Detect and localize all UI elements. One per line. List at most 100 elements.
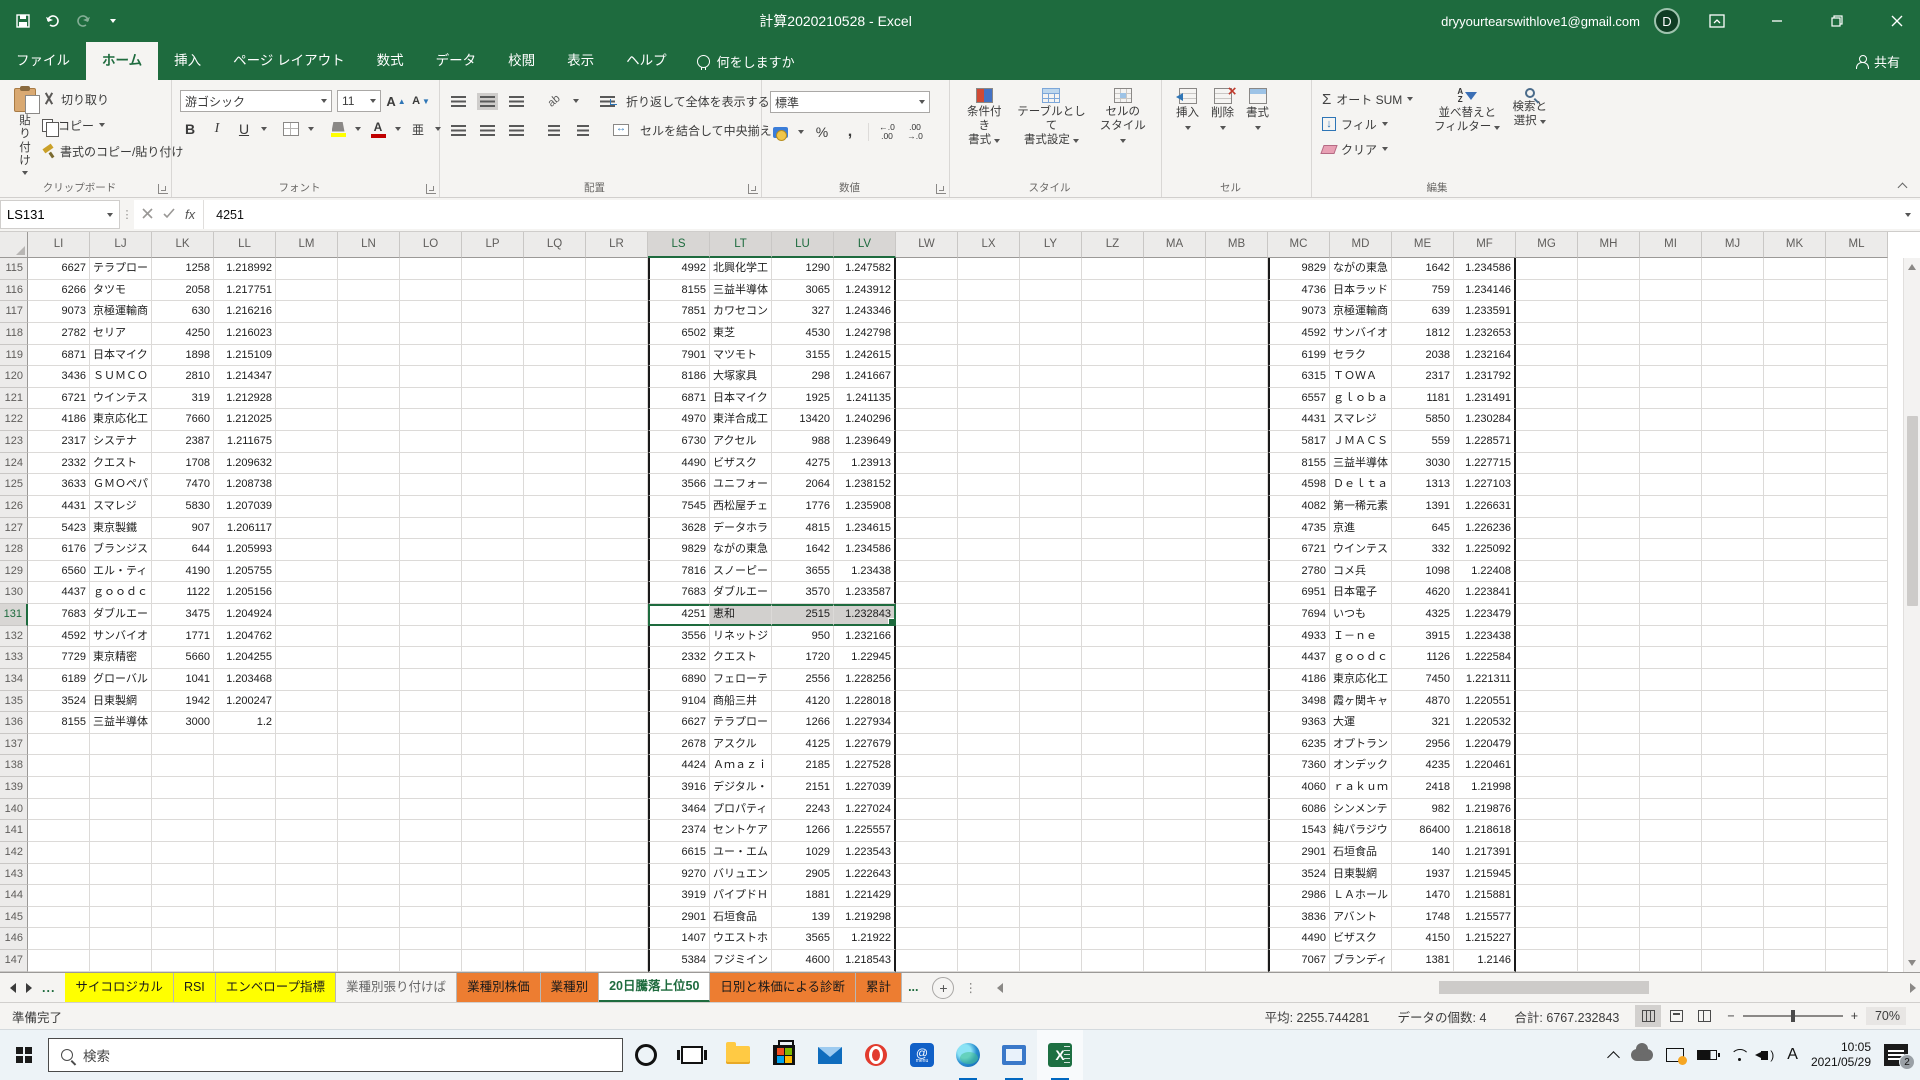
name-box-dropdown-icon[interactable] <box>107 213 113 217</box>
cell[interactable] <box>1702 474 1764 496</box>
cell[interactable]: 1942 <box>152 691 214 713</box>
row-header-142[interactable]: 142 <box>0 842 28 864</box>
number-dialog-launcher-icon[interactable] <box>936 184 946 194</box>
cell[interactable] <box>524 388 586 410</box>
cell[interactable] <box>462 604 524 626</box>
cell[interactable] <box>1144 799 1206 821</box>
cell[interactable]: サンバイオ <box>1330 323 1392 345</box>
cell[interactable] <box>1826 496 1888 518</box>
cell[interactable]: 2956 <box>1392 734 1454 756</box>
cell[interactable]: 京進 <box>1330 518 1392 540</box>
cell[interactable] <box>276 820 338 842</box>
cell[interactable]: 3000 <box>152 712 214 734</box>
cell[interactable] <box>276 907 338 929</box>
cell[interactable]: 1.223479 <box>1454 604 1516 626</box>
cell[interactable] <box>1826 280 1888 302</box>
cell[interactable] <box>586 280 648 302</box>
cell[interactable]: 1.234586 <box>834 539 896 561</box>
cell[interactable] <box>896 604 958 626</box>
cell[interactable] <box>1206 323 1268 345</box>
cell[interactable] <box>958 431 1020 453</box>
cell[interactable] <box>1826 431 1888 453</box>
cell[interactable]: 第一稀元素 <box>1330 496 1392 518</box>
cell[interactable] <box>338 258 400 280</box>
cell[interactable] <box>462 820 524 842</box>
cell[interactable] <box>586 561 648 583</box>
cell[interactable]: クエスト <box>710 647 772 669</box>
cell[interactable] <box>1082 864 1144 886</box>
cell[interactable] <box>1020 647 1082 669</box>
cell[interactable]: ｇｏｏｄｃ <box>90 582 152 604</box>
cell[interactable] <box>1578 820 1640 842</box>
cell[interactable] <box>1020 539 1082 561</box>
cell[interactable]: 7470 <box>152 474 214 496</box>
cell[interactable] <box>276 734 338 756</box>
cell[interactable] <box>338 777 400 799</box>
cell[interactable] <box>1082 453 1144 475</box>
column-header-ML[interactable]: ML <box>1826 232 1888 258</box>
cell[interactable]: 1.233591 <box>1454 301 1516 323</box>
cell[interactable] <box>90 842 152 864</box>
cell[interactable] <box>896 496 958 518</box>
column-header-MD[interactable]: MD <box>1330 232 1392 258</box>
tell-me-box[interactable]: 何をしますか <box>697 42 795 80</box>
cell[interactable] <box>276 453 338 475</box>
cell[interactable] <box>276 280 338 302</box>
cell[interactable] <box>586 647 648 669</box>
cell[interactable] <box>958 301 1020 323</box>
cell[interactable]: 6627 <box>648 712 710 734</box>
sheet-tab-業種別株価[interactable]: 業種別株価 <box>457 973 541 1002</box>
cell[interactable]: 1.242798 <box>834 323 896 345</box>
cell[interactable] <box>1764 388 1826 410</box>
cell[interactable] <box>958 345 1020 367</box>
cell[interactable] <box>400 561 462 583</box>
cell[interactable]: ＧＭＯペパ <box>90 474 152 496</box>
cell[interactable]: 日本マイク <box>90 345 152 367</box>
cell[interactable]: 京極運輸商 <box>90 301 152 323</box>
cell[interactable]: 2387 <box>152 431 214 453</box>
ribbon-tab-ファイル[interactable]: ファイル <box>0 42 86 80</box>
row-header-138[interactable]: 138 <box>0 755 28 777</box>
cell[interactable]: 1.218543 <box>834 950 896 972</box>
cell[interactable] <box>1020 907 1082 929</box>
cell[interactable]: 4598 <box>1268 474 1330 496</box>
cell[interactable] <box>90 755 152 777</box>
cell[interactable] <box>896 453 958 475</box>
cell[interactable] <box>1206 950 1268 972</box>
cell[interactable] <box>958 258 1020 280</box>
cell[interactable] <box>524 799 586 821</box>
cell[interactable] <box>1516 820 1578 842</box>
cell[interactable] <box>1144 777 1206 799</box>
cell[interactable]: 6266 <box>28 280 90 302</box>
cell[interactable]: 4190 <box>152 561 214 583</box>
cell[interactable]: 日東製網 <box>90 691 152 713</box>
cell[interactable]: ダブルエー <box>710 582 772 604</box>
cell[interactable] <box>400 474 462 496</box>
cell[interactable] <box>524 345 586 367</box>
sheet-tab-RSI[interactable]: RSI <box>174 973 216 1002</box>
cell[interactable]: 988 <box>772 431 834 453</box>
cell[interactable] <box>276 409 338 431</box>
cell[interactable] <box>586 431 648 453</box>
cell[interactable] <box>338 842 400 864</box>
ribbon-tab-挿入[interactable]: 挿入 <box>158 42 217 80</box>
cell[interactable]: 1.235908 <box>834 496 896 518</box>
cell[interactable] <box>1516 734 1578 756</box>
cell[interactable] <box>1702 604 1764 626</box>
row-header-129[interactable]: 129 <box>0 561 28 583</box>
cell[interactable]: 1.238152 <box>834 474 896 496</box>
cell[interactable]: 5423 <box>28 518 90 540</box>
cell[interactable] <box>276 626 338 648</box>
cell[interactable]: タツモ <box>90 280 152 302</box>
speaker-icon[interactable] <box>1761 1051 1768 1060</box>
column-header-LY[interactable]: LY <box>1020 232 1082 258</box>
cell[interactable]: 1.216023 <box>214 323 276 345</box>
cell[interactable] <box>1640 323 1702 345</box>
cell[interactable]: 1.234586 <box>1454 258 1516 280</box>
cell[interactable] <box>152 734 214 756</box>
cell[interactable] <box>896 864 958 886</box>
cell[interactable] <box>896 734 958 756</box>
cell[interactable] <box>400 734 462 756</box>
cell[interactable]: 1543 <box>1268 820 1330 842</box>
cell[interactable]: 3524 <box>1268 864 1330 886</box>
